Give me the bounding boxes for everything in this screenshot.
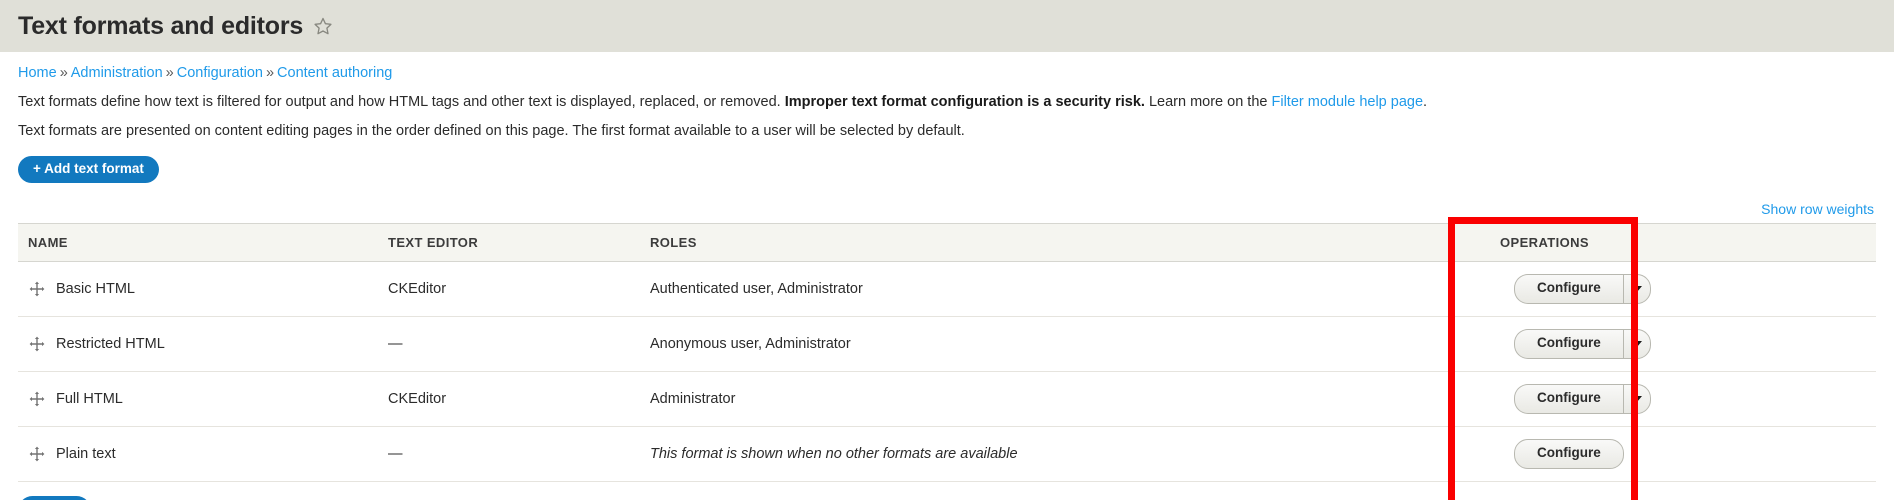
- breadcrumb-separator: »: [59, 65, 68, 81]
- column-header-name: NAME: [18, 223, 378, 263]
- table-row: Restricted HTML — Anonymous user, Admini…: [18, 316, 1876, 372]
- format-name-label: Full HTML: [56, 390, 123, 407]
- drag-handle-icon[interactable]: [28, 390, 46, 408]
- breadcrumb-item-home[interactable]: Home: [18, 65, 57, 81]
- security-warning-text: Improper text format configuration is a …: [784, 93, 1145, 110]
- cell-operations: Configure: [1490, 261, 1730, 318]
- configure-button[interactable]: Configure: [1514, 383, 1623, 414]
- filter-module-help-link[interactable]: Filter module help page: [1271, 94, 1423, 110]
- page-content: Home» Administration» Configuration» Conten…: [0, 52, 1894, 500]
- add-text-format-button[interactable]: + Add text format: [18, 155, 159, 184]
- cell-text-editor: —: [378, 426, 640, 482]
- breadcrumb-separator: »: [265, 65, 275, 81]
- configure-button-group: Configure: [1514, 383, 1651, 414]
- column-header-text-editor: TEXT EDITOR: [378, 223, 640, 263]
- drag-handle-icon[interactable]: [28, 335, 46, 353]
- cell-spacer: [1730, 371, 1876, 427]
- add-text-format-container: + Add text format: [18, 155, 1876, 184]
- intro-paragraph-1: Text formats define how text is filtered…: [18, 93, 1876, 113]
- table-row: Basic HTML CKEditor Authenticated user, …: [18, 261, 1876, 318]
- table-body: Basic HTML CKEditor Authenticated user, …: [18, 261, 1876, 482]
- cell-text-editor: CKEditor: [378, 371, 640, 427]
- operations-dropdown-toggle[interactable]: [1622, 383, 1651, 414]
- drag-handle-icon[interactable]: [28, 280, 46, 298]
- column-header-spacer: [1730, 223, 1876, 263]
- chevron-down-icon: [1631, 395, 1642, 402]
- show-row-weights-link[interactable]: Show row weights: [1761, 201, 1874, 217]
- cell-roles: Administrator: [640, 371, 1490, 427]
- breadcrumb-item-configuration[interactable]: Configuration: [177, 65, 263, 81]
- text-formats-table: NAME TEXT EDITOR ROLES OPERATIONS Basic …: [18, 223, 1876, 482]
- configure-button-group: Configure: [1514, 329, 1651, 359]
- cell-name: Restricted HTML: [18, 316, 378, 372]
- breadcrumb-separator: »: [165, 65, 174, 81]
- cell-roles: This format is shown when no other forma…: [640, 426, 1490, 482]
- cell-name: Basic HTML: [18, 261, 378, 318]
- cell-roles: Authenticated user, Administrator: [640, 261, 1490, 318]
- column-header-roles: ROLES: [640, 223, 1490, 263]
- intro-text-part1: Text formats define how text is filtered…: [18, 93, 785, 110]
- cell-operations: Configure: [1490, 316, 1730, 372]
- page-header: Text formats and editors: [0, 0, 1894, 52]
- breadcrumb: Home» Administration» Configuration» Conten…: [18, 52, 1876, 83]
- table-row: Plain text — This format is shown when n…: [18, 426, 1876, 482]
- operations-dropdown-toggle[interactable]: [1622, 329, 1651, 359]
- save-container: Save: [18, 495, 1876, 500]
- cell-spacer: [1730, 261, 1876, 318]
- drag-handle-icon[interactable]: [28, 445, 46, 463]
- page-title: Text formats and editors: [18, 11, 304, 40]
- chevron-down-icon: [1631, 340, 1642, 347]
- cell-text-editor: CKEditor: [378, 261, 640, 318]
- breadcrumb-item-administration[interactable]: Administration: [71, 65, 163, 81]
- configure-button-group: Configure: [1514, 274, 1651, 305]
- cell-text-editor: —: [378, 316, 640, 372]
- configure-button[interactable]: Configure: [1514, 274, 1623, 305]
- configure-button[interactable]: Configure: [1514, 438, 1624, 469]
- cell-roles: Anonymous user, Administrator: [640, 316, 1490, 372]
- show-row-weights-container: Show row weights: [18, 201, 1876, 219]
- cell-spacer: [1730, 426, 1876, 482]
- configure-button[interactable]: Configure: [1514, 329, 1623, 359]
- table-row: Full HTML CKEditor Administrator Configu…: [18, 371, 1876, 427]
- cell-name: Full HTML: [18, 371, 378, 427]
- cell-operations: Configure: [1490, 426, 1730, 482]
- intro-text-part2: Learn more on the: [1144, 93, 1272, 110]
- intro-text-end: .: [1423, 93, 1428, 110]
- chevron-down-icon: [1631, 286, 1642, 293]
- cell-name: Plain text: [18, 426, 378, 482]
- column-header-operations: OPERATIONS: [1490, 223, 1730, 263]
- cell-operations: Configure: [1490, 371, 1730, 427]
- format-name-label: Restricted HTML: [56, 335, 165, 352]
- cell-spacer: [1730, 316, 1876, 372]
- format-name-label: Plain text: [56, 445, 116, 462]
- star-outline-icon[interactable]: [313, 16, 333, 36]
- intro-paragraph-2: Text formats are presented on content ed…: [18, 123, 965, 140]
- breadcrumb-item-content-authoring[interactable]: Content authoring: [277, 65, 392, 81]
- format-name-label: Basic HTML: [56, 281, 135, 298]
- operations-dropdown-toggle[interactable]: [1622, 274, 1651, 305]
- table-head: NAME TEXT EDITOR ROLES OPERATIONS: [18, 223, 1876, 263]
- table-header-row: NAME TEXT EDITOR ROLES OPERATIONS: [18, 223, 1876, 263]
- save-button[interactable]: Save: [18, 495, 91, 500]
